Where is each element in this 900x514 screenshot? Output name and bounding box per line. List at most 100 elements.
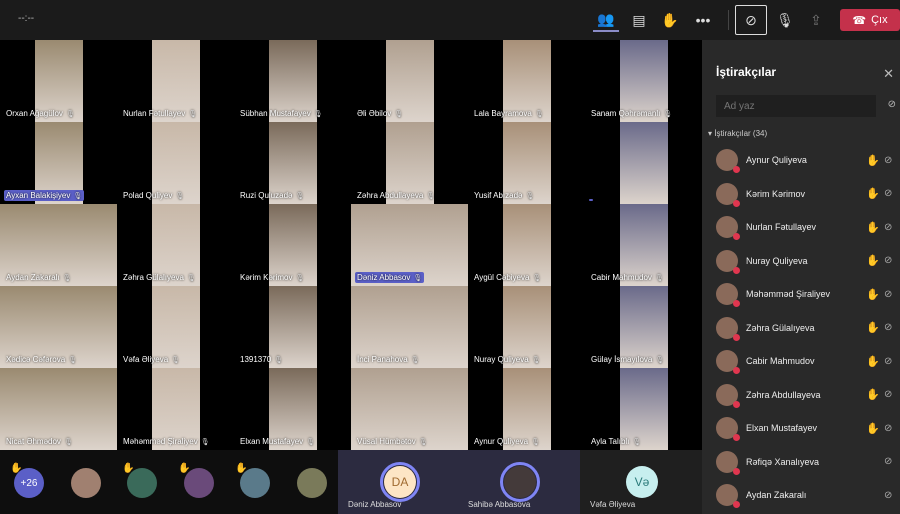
mic-off-icon[interactable]: ⊘ — [884, 222, 896, 233]
more-icon[interactable]: ••• — [690, 8, 716, 32]
video-tile[interactable]: 1391370 🎙 — [234, 286, 351, 368]
video-tile[interactable]: Zəhra Gülalıyeva 🎙 — [117, 204, 234, 286]
mic-off-icon: 🎙 — [200, 438, 210, 446]
participant-row[interactable]: Rəfiqə Xanalıyeva ⊘ — [716, 447, 896, 477]
participant-name: Məhəmməd Şiraliyev — [123, 437, 198, 446]
mic-off-icon: 🎙 — [654, 274, 664, 282]
mic-off-icon[interactable]: 🎙 — [772, 8, 798, 32]
video-tile[interactable]: Əli Əbilov 🎙 — [351, 40, 468, 122]
video-tile[interactable]: Vüsal Hümbətov 🎙 — [351, 368, 468, 450]
video-tile[interactable]: Zəhra Abdullayeva 🎙 — [351, 122, 468, 204]
video-tile[interactable]: Yusif Abızadə 🎙 — [468, 122, 585, 204]
video-tile[interactable]: İnci Panahova 🎙 — [351, 286, 468, 368]
mic-off-icon[interactable]: ⊘ — [884, 423, 896, 434]
mic-off-icon: 🎙 — [274, 356, 284, 364]
participant-row[interactable]: Aydan Zakaralı ⊘ — [716, 480, 896, 510]
video-tile[interactable]: Gülay İsmayılova 🎙 — [585, 286, 702, 368]
participants-icon[interactable]: 👥 — [593, 8, 619, 32]
mic-off-icon[interactable]: ⊘ — [884, 289, 896, 300]
video-tile[interactable]: Polad Quliyev 🎙 — [117, 122, 234, 204]
chat-icon[interactable]: ▤ — [626, 8, 652, 32]
video-tile[interactable]: Vəfa Əliyeva 🎙 — [117, 286, 234, 368]
mic-off-icon[interactable]: ⊘ — [884, 389, 896, 400]
mic-off-icon[interactable]: ⊘ — [884, 188, 896, 199]
featured-avatar[interactable]: DA — [380, 462, 420, 502]
camera-off-icon[interactable]: ⊘ — [735, 5, 767, 35]
mic-off-icon[interactable]: ⊘ — [884, 456, 896, 467]
featured-avatar[interactable]: Və — [622, 462, 662, 502]
video-tile[interactable]: Ruzi Quluzadə 🎙 — [234, 122, 351, 204]
participant-row[interactable]: Nurlan Fətullayev ✋ ⊘ — [716, 212, 896, 242]
avatar[interactable] — [297, 468, 327, 498]
share-screen-icon[interactable]: ⇪ — [803, 8, 829, 32]
share-link-icon[interactable]: ⊘ — [888, 99, 896, 110]
video-tile[interactable]: Sübhan Mustafayev 🎙 — [234, 40, 351, 122]
featured-name: Sahibə Abbasova — [468, 500, 531, 509]
close-icon[interactable]: ✕ — [883, 66, 894, 82]
tile-name-label: Nuray Quliyeva 🎙 — [472, 354, 543, 365]
video-tile[interactable]: Aynur Quliyeva 🎙 — [468, 368, 585, 450]
video-tile[interactable]: Kərim Kərimov 🎙 — [234, 204, 351, 286]
avatar[interactable] — [184, 468, 214, 498]
video-tile[interactable]: Ayla Talıblı 🎙 — [585, 368, 702, 450]
mic-off-icon: 🎙 — [73, 192, 83, 200]
avatar — [716, 484, 740, 508]
participant-row[interactable]: Aynur Quliyeva ✋ ⊘ — [716, 145, 896, 175]
mic-off-icon: 🎙 — [175, 192, 185, 200]
raise-hand-icon[interactable]: ✋ — [657, 8, 683, 32]
avatar[interactable] — [127, 468, 157, 498]
participant-row[interactable]: Nuray Quliyeva ✋ ⊘ — [716, 246, 896, 276]
mic-off-icon[interactable]: ⊘ — [884, 255, 896, 266]
participant-row[interactable]: Zəhra Abdullayeva ✋ ⊘ — [716, 380, 896, 410]
mic-off-icon[interactable]: ⊘ — [884, 155, 896, 166]
tile-name-label: Dəniz Abbasov 🎙 — [355, 272, 425, 283]
avatar[interactable] — [71, 468, 101, 498]
tile-name-label: Sanam Qəhrəmanlı 🎙 — [589, 108, 674, 119]
video-tile[interactable]: Orxan Ağagülov 🎙 — [0, 40, 117, 122]
participant-row[interactable]: Cabir Mahmudov ✋ ⊘ — [716, 346, 896, 376]
avatar[interactable] — [240, 468, 270, 498]
section-header[interactable]: ▾ İştirakçılar (34) — [708, 129, 767, 138]
featured-strip: Və Vəfa Əliyeva — [580, 450, 702, 514]
video-tile[interactable]: Xədicə Cəfərova 🎙 — [0, 286, 117, 368]
avatar — [716, 283, 740, 307]
video-tile[interactable]: Cabir Mahmudov 🎙 — [585, 204, 702, 286]
leave-button[interactable]: ☎ Çıx — [840, 9, 900, 31]
mic-off-icon: 🎙 — [295, 274, 305, 282]
video-tile[interactable]: Sanam Qəhrəmanlı 🎙 — [585, 40, 702, 122]
video-tile[interactable]: Ayxan Balakişiyev 🎙 — [0, 122, 117, 204]
mic-off-icon: 🎙 — [394, 110, 404, 118]
avatar — [716, 383, 740, 408]
tile-name-label: Xədicə Cəfərova 🎙 — [4, 354, 79, 365]
tile-name-label: Cabir Mahmudov 🎙 — [589, 272, 666, 283]
participant-row[interactable]: Məhəmməd Şiraliyev ✋ ⊘ — [716, 279, 896, 309]
participant-row[interactable]: Zəhra Gülalıyeva ✋ ⊘ — [716, 313, 896, 343]
mic-off-icon: 🎙 — [525, 192, 535, 200]
video-tile[interactable]: Aygül Cəbiyeva 🎙 — [468, 204, 585, 286]
participant-name: Rəfiqə Xanalıyeva — [746, 456, 820, 467]
video-tile[interactable]: Dəniz Abbasov 🎙 — [351, 204, 468, 286]
video-tile[interactable]: Elxan Mustafayev 🎙 — [234, 368, 351, 450]
participant-row[interactable]: Elxan Mustafayev ✋ ⊘ — [716, 413, 896, 443]
participant-name: Sanam Qəhrəmanlı — [591, 109, 661, 118]
video-tile[interactable]: Nuray Quliyeva 🎙 — [468, 286, 585, 368]
tile-name-label: Lala Bayramova 🎙 — [472, 108, 546, 119]
tile-name-label: Polad Quliyev 🎙 — [121, 190, 186, 201]
participant-name: Kərim Kərimov — [746, 188, 806, 199]
tile-name-label: Aygül Cəbiyeva 🎙 — [472, 272, 543, 283]
search-input[interactable] — [716, 95, 876, 117]
video-tile[interactable]: Lala Bayramova 🎙 — [468, 40, 585, 122]
participant-row[interactable]: Kərim Kərimov ✋ ⊘ — [716, 179, 896, 209]
video-tile[interactable]: Nicat Əhmədov 🎙 — [0, 368, 117, 450]
mic-off-icon[interactable]: ⊘ — [884, 322, 896, 333]
mic-off-icon[interactable]: ⊘ — [884, 490, 896, 501]
mic-off-icon[interactable]: ⊘ — [884, 356, 896, 367]
tile-name-label: Orxan Ağagülov 🎙 — [4, 108, 77, 119]
overflow-count[interactable]: +26 — [14, 468, 44, 498]
video-tile[interactable]: Aydan Zakaralı 🎙 — [0, 204, 117, 286]
featured-avatar[interactable] — [500, 462, 540, 502]
video-tile[interactable]: Məhəmməd Şiraliyev 🎙 — [117, 368, 234, 450]
raise-hand-icon: ✋ — [866, 355, 880, 368]
video-tile[interactable]: Nurlan Fətullayev 🎙 — [117, 40, 234, 122]
video-tile[interactable] — [585, 122, 702, 204]
